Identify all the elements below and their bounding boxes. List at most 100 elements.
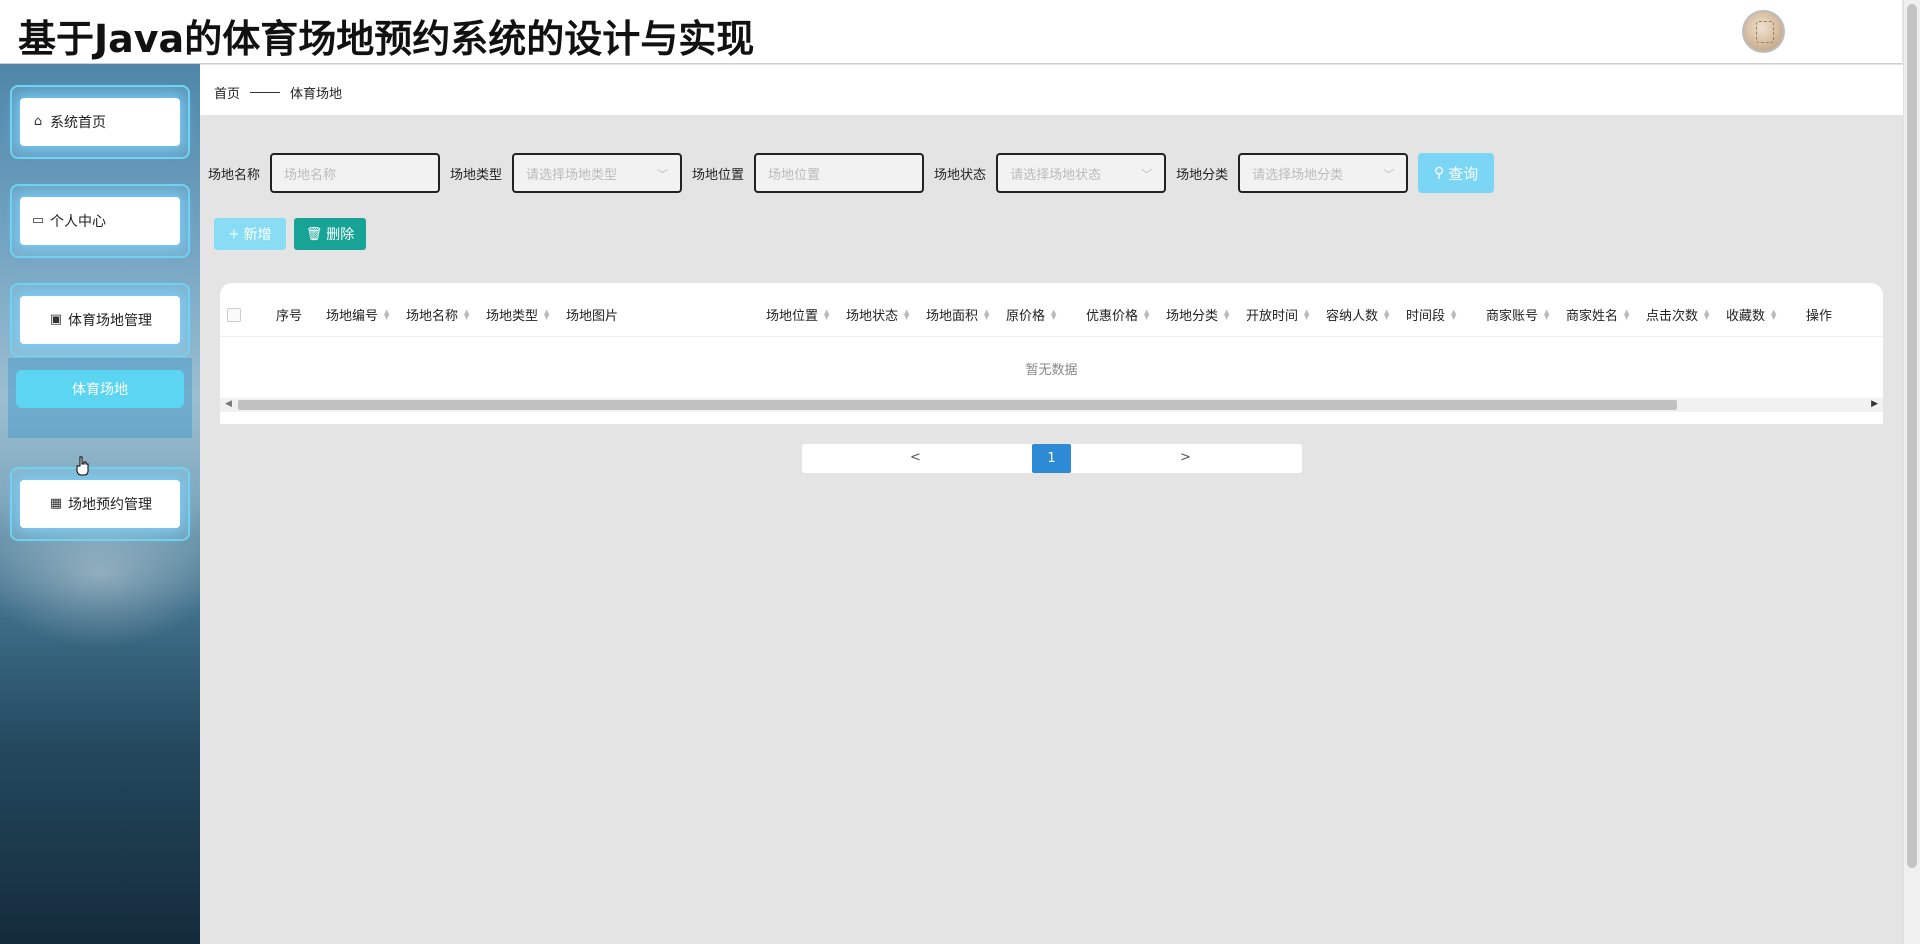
column-header[interactable]: 场地面积 ▲ ▼: [926, 305, 989, 324]
column-header: 序号: [276, 309, 303, 324]
trash-icon: 🗑: [305, 226, 323, 242]
venue-status-select[interactable]: 请选择场地状态 ﹀: [996, 153, 1167, 193]
card-icon: ▭: [31, 213, 45, 228]
sort-icon: ▲ ▼: [824, 307, 830, 321]
chevron-down-icon: ﹀: [1141, 168, 1153, 181]
add-button[interactable]: + 新增: [214, 218, 286, 250]
sidebar: ⌂ 系统首页 ▭ 个人中心 ▣ 体育场地管理 体育场地 ▦ 场地预约管理: [0, 64, 200, 944]
sort-icon: ▲ ▼: [904, 307, 910, 321]
sidebar-item-booking-management[interactable]: ▦ 场地预约管理: [10, 467, 190, 541]
scroll-right-icon[interactable]: ▶: [1871, 399, 1878, 409]
venue-location-placeholder: 场地位置: [768, 167, 821, 183]
user-avatar[interactable]: [1742, 10, 1785, 53]
sidebar-item-venue-management[interactable]: ▣ 体育场地管理: [10, 283, 190, 357]
sort-icon: ▲ ▼: [1144, 307, 1150, 321]
sidebar-item-label: 系统首页: [50, 115, 106, 131]
venue-status-placeholder: 请选择场地状态: [1010, 167, 1102, 183]
page-scrollbar-thumb[interactable]: [1907, 4, 1917, 868]
column-header[interactable]: 容纳人数 ▲ ▼: [1326, 305, 1389, 324]
select-all-checkbox[interactable]: [227, 308, 241, 322]
clipboard-icon: ▣: [49, 312, 63, 327]
app-title: 基于Java的体育场地预约系统的设计与实现: [18, 17, 755, 61]
venue-table: 序号 场地编号 ▲ ▼ 场地名称 ▲ ▼ 场地类型 ▲ ▼ 场地图片 场地位置 ▲ ▼ 场地状态…: [220, 283, 1883, 424]
home-icon: ⌂: [33, 114, 43, 129]
column-header[interactable]: 场地位置 ▲ ▼: [766, 305, 829, 324]
pagination: < 1 >: [802, 444, 1302, 473]
empty-table-text: 暂无数据: [1025, 363, 1078, 378]
breadcrumb-bar: 首页 体育场地: [200, 65, 1903, 115]
column-header[interactable]: 商家姓名 ▲ ▼: [1566, 305, 1629, 324]
sidebar-profile-button[interactable]: ▭ 个人中心: [20, 197, 180, 245]
column-header[interactable]: 时间段 ▲ ▼: [1406, 305, 1456, 324]
column-header[interactable]: 场地分类 ▲ ▼: [1166, 305, 1229, 324]
sort-icon: ▲ ▼: [1771, 307, 1777, 321]
sort-icon: ▲ ▼: [1704, 307, 1710, 321]
sidebar-item-label: 个人中心: [50, 214, 106, 230]
venue-type-placeholder: 请选择场地类型: [526, 167, 618, 183]
filter-label-venue-name: 场地名称: [208, 167, 261, 183]
sort-icon: ▲ ▼: [1544, 307, 1550, 321]
delete-button[interactable]: 🗑 删除: [294, 218, 366, 250]
venue-category-select[interactable]: 请选择场地分类 ﹀: [1238, 153, 1409, 193]
filter-label-venue-type: 场地类型: [450, 167, 503, 183]
sort-icon: ▲ ▼: [1304, 307, 1310, 321]
chevron-down-icon: ﹀: [657, 168, 669, 181]
column-header[interactable]: 场地名称 ▲ ▼: [406, 305, 469, 324]
table-scrollbar-thumb[interactable]: [238, 400, 1677, 410]
search-button[interactable]: ⚲ 查询: [1418, 153, 1495, 193]
search-icon: ⚲: [1433, 165, 1445, 181]
column-header[interactable]: 场地类型 ▲ ▼: [486, 305, 549, 324]
hand-cursor-icon: [76, 456, 89, 476]
column-header: 操作: [1806, 309, 1833, 324]
plus-icon: +: [228, 226, 240, 242]
filter-label-venue-category: 场地分类: [1176, 167, 1229, 183]
venue-name-placeholder: 场地名称: [284, 167, 337, 183]
venue-name-input[interactable]: 场地名称: [270, 153, 441, 193]
sidebar-item-label: 场地预约管理: [68, 497, 152, 513]
breadcrumb-current: 体育场地: [290, 87, 343, 102]
sort-icon: ▲ ▼: [1224, 307, 1230, 321]
column-header[interactable]: 开放时间 ▲ ▼: [1246, 305, 1309, 324]
sidebar-item-home[interactable]: ⌂ 系统首页: [10, 85, 190, 159]
sort-icon: ▲ ▼: [1051, 307, 1057, 321]
sort-icon: ▲ ▼: [1624, 307, 1630, 321]
top-header: 基于Java的体育场地预约系统的设计与实现: [0, 0, 1902, 64]
breadcrumb-home[interactable]: 首页: [214, 83, 240, 102]
chevron-down-icon: ﹀: [1383, 168, 1395, 181]
venue-location-input[interactable]: 场地位置: [754, 153, 925, 193]
filter-label-venue-status: 场地状态: [934, 167, 987, 183]
search-button-label: 查询: [1448, 164, 1479, 183]
sidebar-submenu: 体育场地: [8, 358, 192, 438]
sort-icon: ▲ ▼: [464, 307, 470, 321]
sidebar-booking-management-button[interactable]: ▦ 场地预约管理: [20, 480, 180, 528]
delete-button-label: 删除: [326, 227, 355, 243]
table-actions: + 新增 🗑 删除: [214, 218, 366, 250]
sort-icon: ▲ ▼: [984, 307, 990, 321]
sidebar-item-profile[interactable]: ▭ 个人中心: [10, 184, 190, 258]
column-header[interactable]: 商家账号 ▲ ▼: [1486, 305, 1549, 324]
column-header[interactable]: 优惠价格 ▲ ▼: [1086, 305, 1149, 324]
sidebar-home-button[interactable]: ⌂ 系统首页: [20, 98, 180, 146]
column-header: 场地图片: [566, 309, 619, 324]
column-header[interactable]: 场地编号 ▲ ▼: [326, 305, 389, 324]
next-page-button[interactable]: >: [1180, 450, 1191, 465]
page-scrollbar[interactable]: [1903, 0, 1920, 944]
breadcrumb-separator: [250, 92, 281, 93]
column-header[interactable]: 收藏数 ▲ ▼: [1726, 305, 1776, 324]
page-number-current[interactable]: 1: [1032, 444, 1071, 473]
column-header[interactable]: 场地状态 ▲ ▼: [846, 305, 909, 324]
add-button-label: 新增: [243, 227, 272, 243]
table-header: 序号 场地编号 ▲ ▼ 场地名称 ▲ ▼ 场地类型 ▲ ▼ 场地图片 场地位置 ▲ ▼ 场地状态…: [220, 283, 1883, 337]
column-header[interactable]: 点击次数 ▲ ▼: [1646, 305, 1709, 324]
column-header[interactable]: 原价格 ▲ ▼: [1006, 305, 1056, 324]
breadcrumb: 首页 体育场地: [214, 83, 342, 102]
venue-type-select[interactable]: 请选择场地类型 ﹀: [512, 153, 683, 193]
sort-icon: ▲ ▼: [1384, 307, 1390, 321]
prev-page-button[interactable]: <: [910, 450, 921, 465]
sidebar-venue-management-button[interactable]: ▣ 体育场地管理: [20, 296, 180, 344]
scroll-left-icon[interactable]: ◀: [225, 399, 232, 409]
venue-category-placeholder: 请选择场地分类: [1252, 167, 1344, 183]
table-horizontal-scrollbar[interactable]: ◀ ▶: [220, 398, 1883, 412]
sort-icon: ▲ ▼: [1451, 307, 1457, 321]
sidebar-subitem-venue[interactable]: 体育场地: [16, 370, 184, 408]
